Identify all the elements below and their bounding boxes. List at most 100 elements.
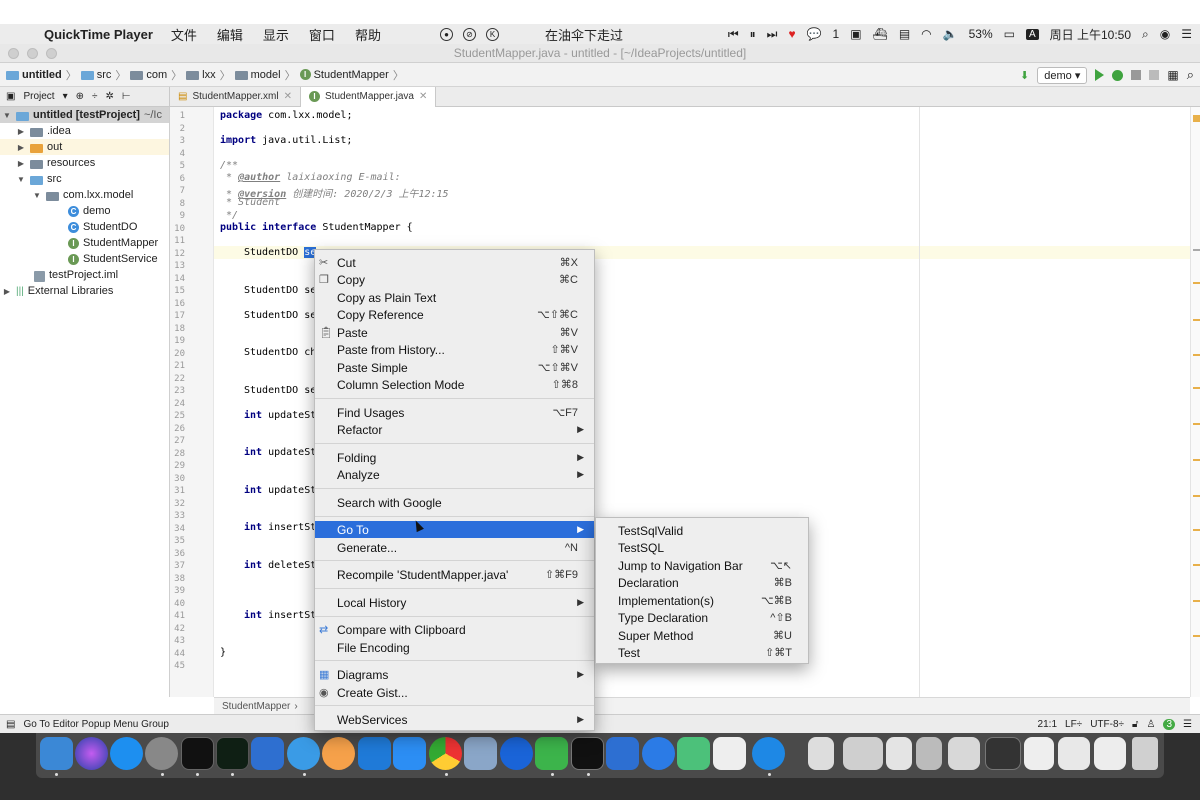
tab-studentmapper-java[interactable]: I StudentMapper.java ✕ [301, 86, 437, 107]
close-tab-icon[interactable]: ✕ [284, 91, 292, 102]
gif-maker-icon[interactable] [677, 737, 710, 770]
scroll-marker[interactable] [1193, 495, 1200, 497]
run-icon[interactable] [1095, 69, 1105, 81]
menu-item-go-to[interactable]: Go To ▶ [315, 521, 594, 538]
tree-item-external-libraries[interactable]: ▶ ||| External Libraries [0, 283, 113, 299]
thumbnail-icon[interactable] [1058, 737, 1090, 770]
tree-item-demo[interactable]: C demo [0, 203, 111, 219]
file-encoding[interactable]: UTF-8÷ [1090, 719, 1124, 730]
preview-icon[interactable] [464, 737, 497, 770]
tool-windows-icon[interactable]: ▤ [6, 719, 15, 730]
tree-item-idea[interactable]: ▶ .idea [0, 123, 71, 139]
menu-item-cut[interactable]: ✂ Cut ⌘X [315, 254, 594, 271]
wps-icon[interactable] [606, 737, 639, 770]
crumb-com[interactable]: com [130, 69, 167, 81]
intellij-icon[interactable] [571, 737, 604, 770]
menu-item-folding[interactable]: Folding ▶ [315, 449, 594, 466]
warning-indicator-icon[interactable] [1193, 115, 1200, 122]
terminal-icon[interactable] [181, 737, 214, 770]
tree-item-src[interactable]: ▼ src [0, 171, 62, 187]
menu-item-column-selection[interactable]: Column Selection Mode ⇧⌘8 [315, 376, 594, 393]
trash-icon[interactable] [1132, 737, 1158, 770]
tree-item-iml[interactable]: testProject.iml [0, 267, 118, 283]
k-app-icon[interactable]: K [486, 27, 499, 41]
siri-icon[interactable]: ◉ [1160, 27, 1170, 41]
clock[interactable]: 周日 上午10:50 [1050, 26, 1131, 43]
submenu-item-declaration[interactable]: Declaration ⌘B [596, 574, 808, 591]
scroll-marker[interactable] [1193, 387, 1200, 389]
volume-icon[interactable]: 🔈 [943, 27, 958, 41]
record-icon[interactable]: ● [440, 27, 453, 41]
menu-item-generate[interactable]: Generate... ^N [315, 539, 594, 556]
k-dock-icon[interactable] [642, 737, 675, 770]
submenu-item-testsqlvalid[interactable]: TestSqlValid [596, 522, 808, 539]
debug-icon[interactable] [1112, 69, 1124, 81]
java-icon[interactable] [713, 737, 746, 770]
vscode-icon[interactable] [358, 737, 391, 770]
thumbnail-icon[interactable] [1024, 737, 1054, 770]
hide-icon[interactable]: ⊢ [122, 91, 131, 102]
wifi-icon[interactable]: ◠ [921, 27, 931, 41]
next-track-icon[interactable]: ⏭ [767, 27, 778, 42]
menu-file[interactable]: 文件 [171, 25, 197, 44]
project-structure-icon[interactable]: ▦ [1167, 68, 1178, 82]
project-view-select[interactable]: Project [23, 91, 54, 102]
menu-item-local-history[interactable]: Local History ▶ [315, 594, 594, 611]
menu-item-search-google[interactable]: Search with Google [315, 494, 594, 511]
breadcrumb-studentmapper[interactable]: StudentMapper [222, 701, 290, 712]
quicktime-icon[interactable] [752, 737, 785, 770]
maps-icon[interactable] [500, 737, 533, 770]
scroll-marker[interactable] [1193, 423, 1200, 425]
scroll-marker[interactable] [1193, 564, 1200, 566]
thumbnail-icon[interactable] [843, 737, 883, 770]
siri-dock-icon[interactable] [75, 737, 108, 770]
wechat-dock-icon[interactable] [535, 737, 568, 770]
search-everywhere-icon[interactable]: ⌕ [1187, 67, 1194, 83]
compass-icon[interactable]: ⊘ [463, 27, 476, 41]
collapse-arrow-icon[interactable]: ▶ [2, 287, 12, 296]
thumbnail-icon[interactable] [948, 737, 980, 770]
battery-icon[interactable]: ▭ [1004, 27, 1015, 41]
chrome-icon[interactable] [429, 737, 462, 770]
thumbnail-icon[interactable] [886, 737, 912, 770]
menu-item-compare-clipboard[interactable]: ⇄ Compare with Clipboard [315, 621, 594, 638]
menu-item-paste[interactable]: 📋︎ Paste ⌘V [315, 324, 594, 341]
prev-track-icon[interactable]: ⏮ [728, 27, 739, 42]
tab-studentmapper-xml[interactable]: ▤ StudentMapper.xml ✕ [170, 86, 302, 107]
collapse-arrow-icon[interactable]: ▶ [16, 127, 26, 136]
docker-icon[interactable]: ⛴ [873, 27, 888, 41]
editor-scrollbar[interactable] [1190, 107, 1200, 697]
lock-icon[interactable]: 🔓︎ [1132, 719, 1138, 730]
menu-item-file-encoding[interactable]: File Encoding [315, 639, 594, 656]
menu-item-paste-simple[interactable]: Paste Simple ⌥⇧⌘V [315, 359, 594, 376]
document-icon[interactable] [808, 737, 834, 770]
tree-item-untitled[interactable]: ▼ untitled [testProject] ~/Ic [0, 107, 169, 123]
locate-icon[interactable]: ⊕ [76, 91, 84, 102]
thumbnail-icon[interactable] [916, 737, 942, 770]
sublime-icon[interactable] [393, 737, 426, 770]
tree-item-studentdo[interactable]: C StudentDO [0, 219, 137, 235]
menu-item-paste-history[interactable]: Paste from History... ⇧⌘V [315, 341, 594, 358]
line-separator[interactable]: LF÷ [1065, 719, 1082, 730]
scroll-marker[interactable] [1193, 529, 1200, 531]
submenu-item-super-method[interactable]: Super Method ⌘U [596, 627, 808, 644]
crumb-src[interactable]: src [80, 69, 111, 81]
crumb-model[interactable]: model [234, 69, 281, 81]
menu-item-copy-plain[interactable]: Copy as Plain Text [315, 289, 594, 306]
submenu-item-testsql[interactable]: TestSQL [596, 539, 808, 556]
submenu-item-test[interactable]: Test ⇧⌘T [596, 644, 808, 661]
submenu-item-implementations[interactable]: Implementation(s) ⌥⌘B [596, 592, 808, 609]
collapse-arrow-icon[interactable]: ▶ [16, 143, 26, 152]
collapse-arrow-icon[interactable]: ▶ [16, 159, 26, 168]
crumb-lxx[interactable]: lxx [186, 69, 216, 81]
notification-center-icon[interactable]: ☰ [1181, 27, 1192, 41]
stop-icon[interactable] [1149, 70, 1160, 80]
submenu-item-jump-navbar[interactable]: Jump to Navigation Bar ⌥↖ [596, 557, 808, 574]
menu-item-create-gist[interactable]: ◉ Create Gist... [315, 684, 594, 701]
scroll-marker[interactable] [1193, 319, 1200, 321]
clipboard-icon[interactable]: ▤ [899, 27, 910, 41]
menu-item-diagrams[interactable]: ▦ Diagrams ▶ [315, 666, 594, 683]
menu-item-analyze[interactable]: Analyze ▶ [315, 466, 594, 483]
caret-position[interactable]: 21:1 [1038, 719, 1057, 730]
pause-icon[interactable]: ⏸ [750, 27, 756, 42]
